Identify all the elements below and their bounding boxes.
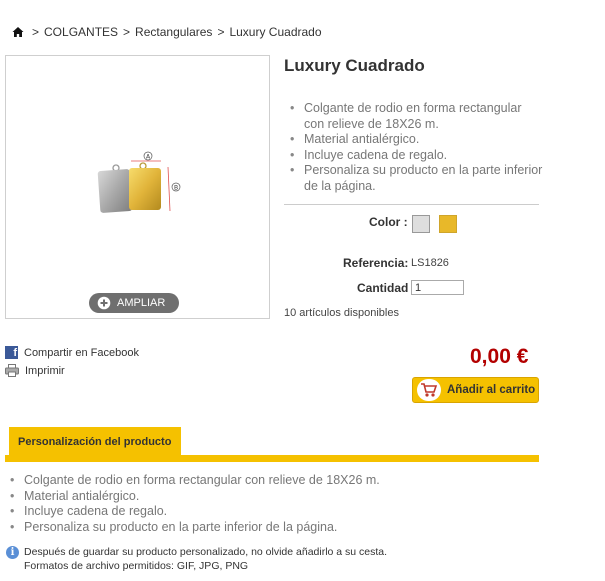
facebook-share-label: Compartir en Facebook [24, 346, 139, 359]
home-icon[interactable] [12, 26, 24, 38]
zoom-label: AMPLIAR [117, 297, 166, 309]
list-item: Personaliza su producto en la parte infe… [8, 520, 568, 536]
printer-icon [5, 364, 19, 377]
info-icon: i [6, 546, 19, 559]
product-price: 0,00 € [470, 345, 529, 368]
svg-text:B: B [174, 184, 178, 191]
quantity-input[interactable] [411, 280, 464, 295]
breadcrumb-link-colgantes[interactable]: COLGANTES [44, 25, 118, 39]
print-label: Imprimir [25, 364, 65, 377]
availability-text: 10 artículos disponibles [284, 307, 399, 319]
product-long-description: Colgante de rodio en forma rectangular c… [8, 473, 568, 535]
info-text-save: Después de guardar su producto personali… [24, 546, 388, 558]
product-image-frame[interactable]: A B [5, 55, 270, 319]
quantity-label: Cantidad [357, 281, 409, 295]
cart-icon [417, 379, 441, 401]
product-image[interactable]: A B [94, 149, 186, 219]
add-to-cart-button[interactable]: Añadir al carrito [412, 377, 539, 403]
color-label: Color : [369, 215, 408, 229]
list-item: Personaliza su producto en la parte infe… [288, 163, 543, 194]
zoom-icon [97, 296, 111, 310]
list-item: Material antialérgico. [8, 489, 568, 505]
product-title: Luxury Cuadrado [284, 56, 425, 75]
breadcrumb-link-rectangulares[interactable]: Rectangulares [135, 25, 212, 39]
customization-info: i Después de guardar su producto persona… [6, 545, 387, 573]
breadcrumb-separator: > [123, 25, 131, 39]
color-swatch-gold[interactable] [439, 215, 457, 233]
breadcrumb-separator: > [217, 25, 225, 39]
social-actions: f Compartir en Facebook Imprimir [5, 344, 139, 380]
tab-customization[interactable]: Personalización del producto [9, 427, 181, 456]
product-short-description: Colgante de rodio en forma rectangular c… [288, 101, 543, 194]
zoom-button[interactable]: AMPLIAR [89, 293, 179, 313]
color-swatch-silver[interactable] [412, 215, 430, 233]
breadcrumb-current: Luxury Cuadrado [229, 25, 322, 39]
reference-value: LS1826 [411, 257, 449, 269]
print-link[interactable]: Imprimir [5, 362, 139, 379]
divider [284, 204, 539, 205]
list-item: Material antialérgico. [288, 132, 543, 148]
breadcrumb-separator: > [32, 25, 40, 39]
tab-underline [5, 455, 539, 462]
list-item: Incluye cadena de regalo. [288, 148, 543, 164]
facebook-share-link[interactable]: f Compartir en Facebook [5, 344, 139, 361]
breadcrumb: > COLGANTES > Rectangulares > Luxury Cua… [12, 24, 322, 40]
list-item: Colgante de rodio en forma rectangular c… [8, 473, 568, 489]
facebook-icon: f [5, 346, 18, 359]
list-item: Colgante de rodio en forma rectangular c… [288, 101, 543, 132]
info-text-formats: Formatos de archivo permitidos: GIF, JPG… [24, 560, 249, 572]
list-item: Incluye cadena de regalo. [8, 504, 568, 520]
add-to-cart-label: Añadir al carrito [447, 384, 536, 396]
reference-label: Referencia: [343, 256, 409, 270]
